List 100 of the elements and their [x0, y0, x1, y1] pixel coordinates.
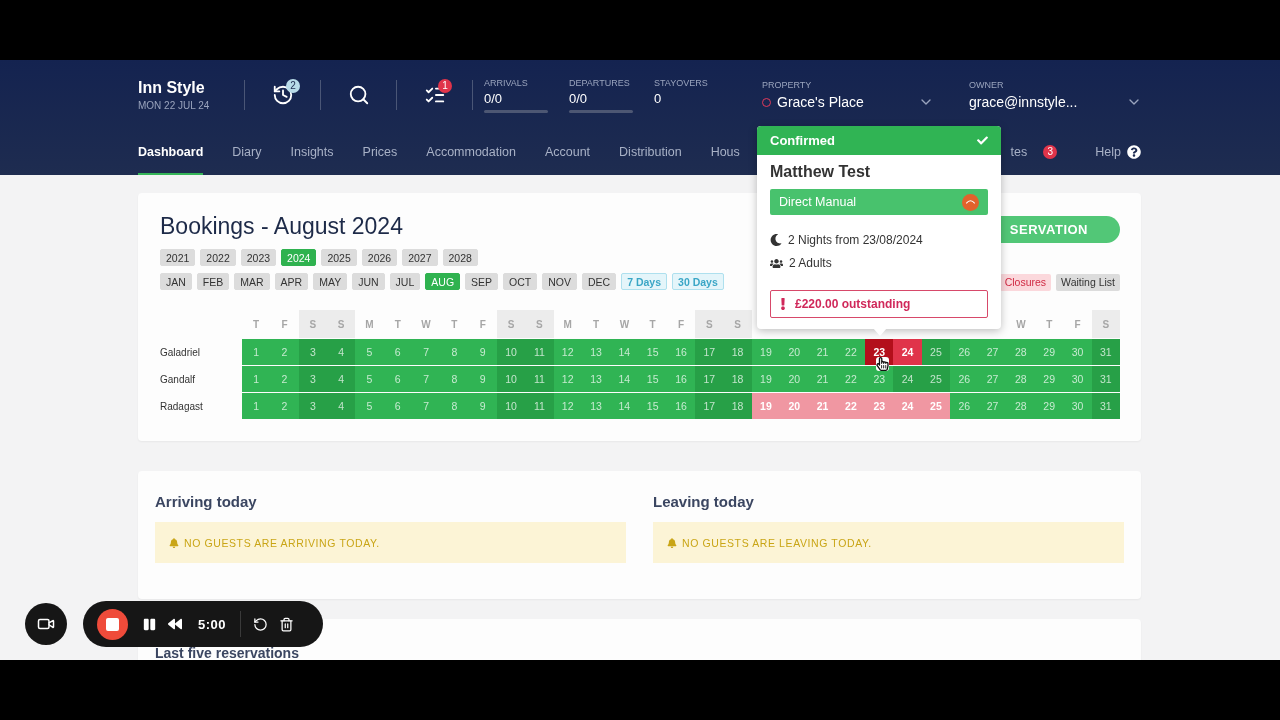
- year-tab[interactable]: 2022: [200, 249, 236, 266]
- day-cell[interactable]: 2: [270, 366, 299, 392]
- day-cell[interactable]: 11: [525, 339, 554, 365]
- day-cell[interactable]: 10: [496, 339, 526, 365]
- day-cell[interactable]: 26: [950, 339, 979, 365]
- day-cell[interactable]: 20: [780, 393, 809, 419]
- tasks-button[interactable]: 1: [397, 75, 472, 115]
- day-cell[interactable]: 18: [723, 393, 752, 419]
- month-tab[interactable]: SEP: [465, 273, 499, 290]
- day-cell[interactable]: 27: [978, 366, 1007, 392]
- year-tab[interactable]: 2026: [361, 249, 398, 266]
- month-tab[interactable]: JUN: [352, 273, 385, 290]
- day-cell[interactable]: 10: [496, 393, 526, 419]
- day-cell[interactable]: 3: [298, 339, 327, 365]
- nav-tab[interactable]: Diary: [232, 130, 262, 175]
- day-cell[interactable]: 27: [978, 393, 1007, 419]
- day-cell[interactable]: 6: [383, 393, 412, 419]
- day-cell[interactable]: 7: [411, 366, 441, 392]
- day-cell[interactable]: 15: [638, 366, 667, 392]
- day-cell[interactable]: 6: [383, 339, 412, 365]
- day-cell[interactable]: 22: [836, 393, 866, 419]
- day-cell[interactable]: 30: [1063, 366, 1092, 392]
- day-cell[interactable]: 20: [780, 339, 809, 365]
- day-cell[interactable]: 17: [695, 366, 724, 392]
- day-cell[interactable]: 2: [270, 393, 299, 419]
- day-cell[interactable]: 17: [695, 339, 724, 365]
- year-tab[interactable]: 2023: [240, 249, 277, 266]
- day-cell[interactable]: 30: [1063, 339, 1092, 365]
- day-cell[interactable]: 29: [1035, 339, 1064, 365]
- day-cell[interactable]: 11: [525, 393, 554, 419]
- year-tab[interactable]: 2027: [402, 249, 438, 266]
- day-cell[interactable]: 29: [1035, 366, 1064, 392]
- day-cell[interactable]: 22: [836, 366, 866, 392]
- day-cell[interactable]: 25: [921, 339, 951, 365]
- month-tab[interactable]: AUG: [425, 273, 461, 290]
- day-cell[interactable]: 25: [921, 393, 951, 419]
- nav-tab[interactable]: Insights: [290, 130, 334, 175]
- nav-tab[interactable]: tes 3: [1010, 130, 1058, 175]
- year-tab[interactable]: 2021: [160, 249, 196, 266]
- day-cell[interactable]: 18: [723, 339, 752, 365]
- year-tab[interactable]: 2025: [321, 249, 357, 266]
- year-tab[interactable]: 2024: [281, 249, 317, 266]
- day-cell[interactable]: 21: [808, 339, 837, 365]
- day-cell[interactable]: 7: [411, 393, 441, 419]
- day-cell[interactable]: 2: [270, 339, 299, 365]
- nav-tab[interactable]: Prices: [362, 130, 398, 175]
- day-cell[interactable]: 13: [581, 366, 611, 392]
- day-cell[interactable]: 1: [242, 393, 271, 419]
- day-cell[interactable]: 31: [1091, 393, 1120, 419]
- day-cell[interactable]: 9: [468, 393, 497, 419]
- day-cell[interactable]: 8: [440, 393, 469, 419]
- month-tab[interactable]: JUL: [389, 273, 421, 290]
- month-tab[interactable]: APR: [274, 273, 309, 290]
- day-cell[interactable]: 12: [553, 393, 582, 419]
- day-cell[interactable]: 4: [326, 339, 356, 365]
- day-cell[interactable]: 18: [723, 366, 752, 392]
- day-cell[interactable]: 3: [298, 366, 327, 392]
- day-cell[interactable]: 9: [468, 366, 497, 392]
- day-cell[interactable]: 5: [355, 393, 384, 419]
- day-cell[interactable]: 20: [780, 366, 809, 392]
- day-cell[interactable]: 11: [525, 366, 554, 392]
- nav-tab[interactable]: Hous: [710, 130, 740, 175]
- day-cell[interactable]: 28: [1006, 393, 1036, 419]
- day-cell[interactable]: 13: [581, 393, 611, 419]
- day-cell[interactable]: 27: [978, 339, 1007, 365]
- day-cell[interactable]: 31: [1091, 366, 1120, 392]
- nav-tab[interactable]: Accommodation: [426, 130, 516, 175]
- day-cell[interactable]: 23: [865, 393, 894, 419]
- day-cell[interactable]: 21: [808, 393, 837, 419]
- day-cell[interactable]: 31: [1091, 339, 1120, 365]
- range-tab[interactable]: 7 Days: [621, 273, 668, 290]
- day-cell[interactable]: 14: [610, 366, 639, 392]
- day-cell[interactable]: 4: [326, 366, 356, 392]
- day-cell[interactable]: 29: [1035, 393, 1064, 419]
- day-cell[interactable]: 24: [893, 393, 922, 419]
- day-cell[interactable]: 14: [610, 339, 639, 365]
- month-tab[interactable]: MAR: [234, 273, 270, 290]
- day-cell[interactable]: 30: [1063, 393, 1092, 419]
- day-cell[interactable]: 26: [950, 393, 979, 419]
- day-cell[interactable]: 17: [695, 393, 724, 419]
- year-tab[interactable]: 2028: [442, 249, 478, 266]
- day-cell[interactable]: 19: [751, 366, 781, 392]
- day-cell[interactable]: 1: [242, 366, 271, 392]
- day-cell[interactable]: 9: [468, 339, 497, 365]
- day-cell[interactable]: 24: [893, 339, 922, 365]
- day-cell[interactable]: 14: [610, 393, 639, 419]
- day-cell[interactable]: 16: [666, 339, 696, 365]
- day-cell[interactable]: 8: [440, 366, 469, 392]
- day-cell[interactable]: 10: [496, 366, 526, 392]
- day-cell[interactable]: 28: [1006, 339, 1036, 365]
- history-button[interactable]: 2: [245, 75, 320, 115]
- nav-tab[interactable]: Distribution: [619, 130, 682, 175]
- nav-tab[interactable]: Help: [1095, 130, 1141, 175]
- day-cell[interactable]: 6: [383, 366, 412, 392]
- day-cell[interactable]: 26: [950, 366, 979, 392]
- month-tab[interactable]: OCT: [503, 273, 538, 290]
- day-cell[interactable]: 16: [666, 393, 696, 419]
- day-cell[interactable]: 12: [553, 366, 582, 392]
- month-tab[interactable]: DEC: [582, 273, 617, 290]
- property-selector[interactable]: PROPERTY Grace's Place: [762, 80, 934, 110]
